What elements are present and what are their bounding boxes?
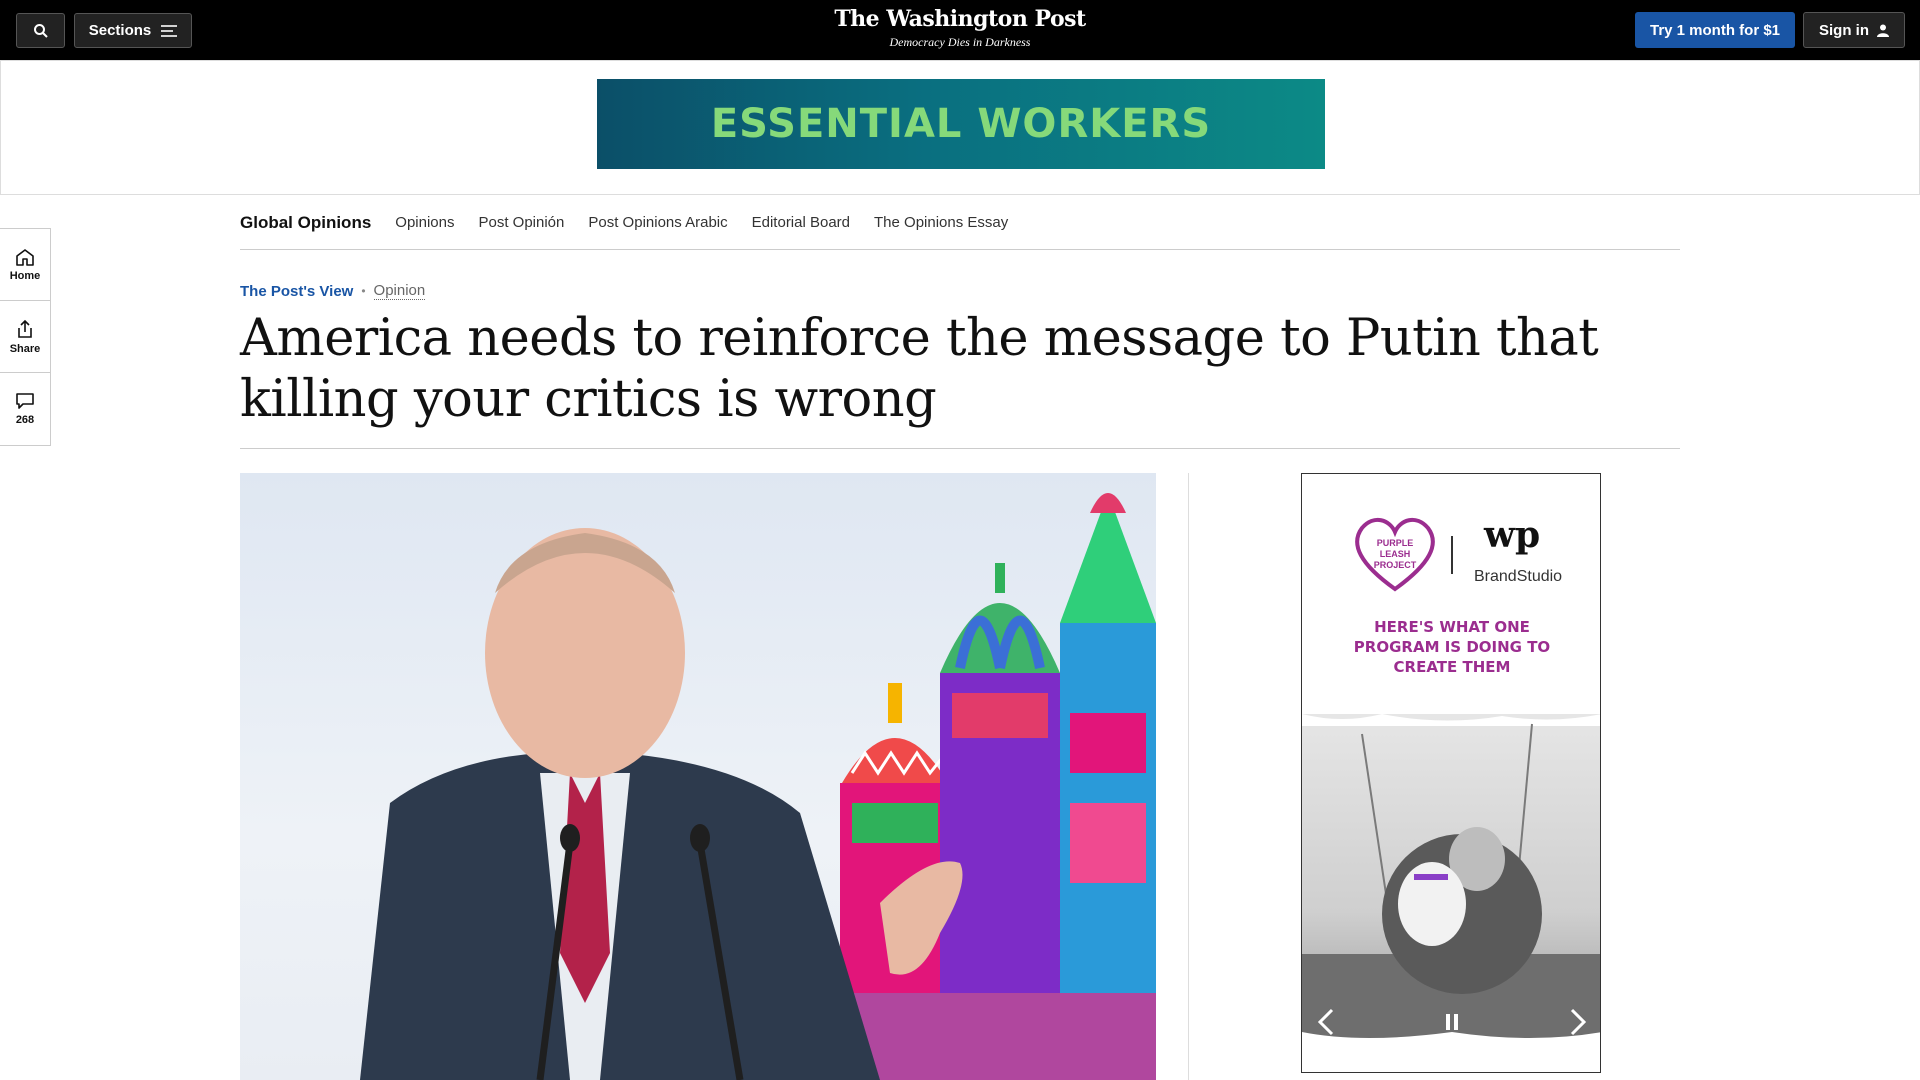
search-button[interactable] bbox=[16, 13, 65, 48]
rail-comments-button[interactable]: 268 bbox=[0, 373, 50, 445]
side-ad-pause-button[interactable] bbox=[1434, 1004, 1470, 1040]
lead-photo[interactable] bbox=[240, 473, 1156, 1080]
rail-home-label: Home bbox=[9, 269, 41, 282]
section-nav-item-post-opinions-arabic[interactable]: Post Opinions Arabic bbox=[588, 214, 727, 231]
section-nav: Global Opinions Opinions Post Opinión Po… bbox=[240, 196, 1680, 250]
share-icon bbox=[18, 319, 32, 338]
left-rail: Home Share 268 bbox=[0, 228, 51, 446]
chevron-left-icon bbox=[1318, 1008, 1334, 1036]
logo-name: The Washington Post bbox=[834, 6, 1086, 32]
section-nav-item-editorial-board[interactable]: Editorial Board bbox=[752, 214, 850, 231]
column-divider bbox=[1188, 473, 1189, 1080]
subscribe-offer-button[interactable]: Try 1 month for $1 bbox=[1635, 12, 1795, 48]
top-ad-banner[interactable]: ESSENTIAL WORKERS bbox=[597, 79, 1325, 169]
sign-in-button[interactable]: Sign in bbox=[1803, 12, 1905, 48]
side-ad[interactable]: PURPLE LEASH PROJECT wp BrandStudio HERE… bbox=[1301, 473, 1601, 1073]
comment-icon bbox=[16, 393, 34, 409]
sections-menu-button[interactable]: Sections bbox=[74, 13, 192, 48]
side-ad-prev-button[interactable] bbox=[1308, 1004, 1344, 1040]
search-icon bbox=[33, 23, 48, 38]
top-navigation-bar: Sections The Washington Post Democracy D… bbox=[0, 0, 1920, 60]
side-ad-brand-left: PURPLE LEASH PROJECT bbox=[1373, 538, 1417, 570]
side-ad-brand-right: BrandStudio bbox=[1474, 568, 1563, 585]
rail-share-label: Share bbox=[9, 342, 41, 355]
sign-in-label: Sign in bbox=[1819, 21, 1869, 39]
section-nav-item-opinions[interactable]: Opinions bbox=[395, 214, 454, 231]
side-ad-brand-mark: wp bbox=[1484, 514, 1541, 556]
lead-photo-illustration bbox=[360, 493, 1156, 1080]
home-icon bbox=[16, 248, 34, 266]
kicker-section-link[interactable]: The Post's View bbox=[240, 283, 353, 300]
headline-divider bbox=[240, 448, 1680, 449]
top-ad-slot: ESSENTIAL WORKERS bbox=[0, 60, 1920, 195]
subscribe-offer-label: Try 1 month for $1 bbox=[1649, 21, 1781, 39]
rail-share-button[interactable]: Share bbox=[0, 301, 50, 373]
top-ad-text: ESSENTIAL WORKERS bbox=[710, 101, 1212, 147]
article-headline: America needs to reinforce the message t… bbox=[240, 309, 1599, 429]
side-ad-logo-divider bbox=[1451, 536, 1453, 574]
user-icon bbox=[1877, 24, 1889, 37]
section-nav-title[interactable]: Global Opinions bbox=[240, 213, 371, 233]
article-kicker: The Post's View • Opinion bbox=[240, 282, 426, 300]
site-logo[interactable]: The Washington Post Democracy Dies in Da… bbox=[810, 6, 1110, 50]
chevron-right-icon bbox=[1570, 1008, 1586, 1036]
kicker-opinion-label[interactable]: Opinion bbox=[373, 282, 426, 300]
pause-icon bbox=[1446, 1014, 1458, 1030]
side-ad-logos: PURPLE LEASH PROJECT wp BrandStudio bbox=[1302, 514, 1600, 594]
section-nav-item-opinions-essay[interactable]: The Opinions Essay bbox=[874, 214, 1008, 231]
rail-comments-count: 268 bbox=[15, 414, 35, 426]
section-nav-item-post-opinion[interactable]: Post Opinión bbox=[478, 214, 564, 231]
menu-icon bbox=[161, 24, 178, 37]
side-ad-copy: HERE'S WHAT ONE PROGRAM IS DOING TO CREA… bbox=[1353, 618, 1551, 676]
rail-home-button[interactable]: Home bbox=[0, 229, 50, 301]
sections-label: Sections bbox=[88, 22, 152, 39]
side-ad-next-button[interactable] bbox=[1560, 1004, 1596, 1040]
logo-tagline: Democracy Dies in Darkness bbox=[889, 35, 1031, 49]
kicker-separator: • bbox=[361, 284, 366, 298]
